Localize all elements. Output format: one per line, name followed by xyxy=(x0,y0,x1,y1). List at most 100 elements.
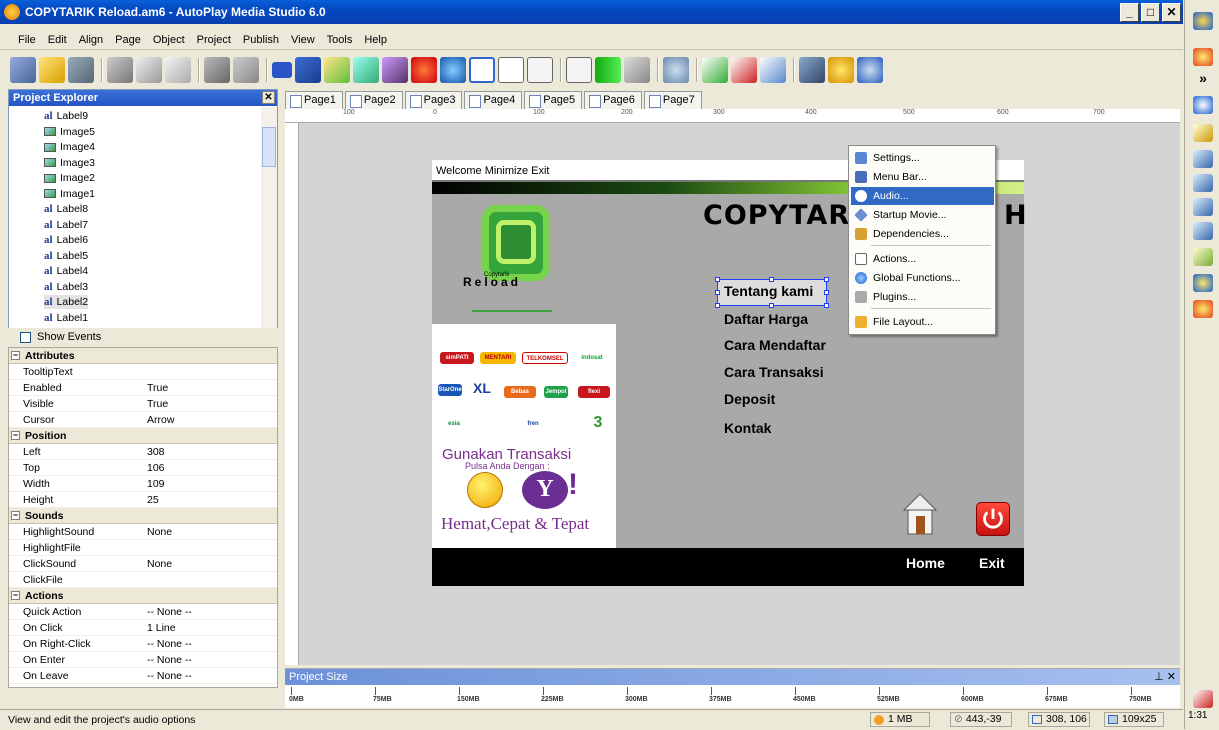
video-object-icon[interactable] xyxy=(411,57,437,83)
property-value[interactable]: -- None -- xyxy=(147,652,192,668)
menu-publish[interactable]: Publish xyxy=(243,34,279,46)
speaker-icon[interactable] xyxy=(1193,690,1213,708)
property-value[interactable]: Arrow xyxy=(147,412,174,428)
flash-object-icon[interactable] xyxy=(382,57,408,83)
document-icon[interactable] xyxy=(1193,150,1213,168)
tree-item-label3[interactable]: al Label3 xyxy=(44,280,88,294)
property-value[interactable]: 109 xyxy=(147,476,165,492)
scrollbar-thumb[interactable] xyxy=(262,127,276,167)
close-icon[interactable]: ✕ xyxy=(262,91,275,104)
collapse-icon[interactable]: − xyxy=(11,511,20,520)
tree-scrollbar[interactable] xyxy=(261,107,277,345)
tree-item-label7[interactable]: al Label7 xyxy=(44,218,88,232)
collapse-icon[interactable]: − xyxy=(11,591,20,600)
tree-item-image4[interactable]: Image4 xyxy=(44,140,95,154)
chrome-icon[interactable] xyxy=(1193,48,1213,66)
nav-kontak[interactable]: Kontak xyxy=(724,420,771,436)
nav-cara-transaksi[interactable]: Cara Transaksi xyxy=(724,364,824,380)
resize-handle[interactable] xyxy=(769,303,774,308)
combobox-object-icon[interactable] xyxy=(566,57,592,83)
listbox-object-icon[interactable] xyxy=(527,57,553,83)
property-section-actions[interactable]: − Actions xyxy=(9,588,277,604)
paragraph-object-icon[interactable] xyxy=(324,57,350,83)
home-icon[interactable] xyxy=(903,492,937,536)
property-value[interactable]: -- None -- xyxy=(147,604,192,620)
property-row[interactable]: HighlightFile xyxy=(9,540,277,556)
tree-item-image2[interactable]: Image2 xyxy=(44,171,95,185)
panel-controls[interactable]: ⊥ ✕ xyxy=(1154,669,1176,685)
web-object-icon[interactable] xyxy=(440,57,466,83)
menu-item-dependencies[interactable]: Dependencies... xyxy=(851,225,994,243)
property-section-position[interactable]: − Position xyxy=(9,428,277,444)
resize-handle[interactable] xyxy=(769,277,774,282)
tree-object-icon[interactable] xyxy=(624,57,650,83)
property-section-sounds[interactable]: − Sounds xyxy=(9,508,277,524)
property-row[interactable]: Enabled True xyxy=(9,380,277,396)
property-row[interactable]: ClickFile xyxy=(9,572,277,588)
tree-item-label6[interactable]: al Label6 xyxy=(44,233,88,247)
page-big-title[interactable]: COPYTAR xyxy=(703,200,850,231)
property-row[interactable]: HighlightSound None xyxy=(9,524,277,540)
wizard-icon[interactable] xyxy=(10,57,36,83)
property-value[interactable]: 106 xyxy=(147,460,165,476)
menu-item-file-layout[interactable]: File Layout... xyxy=(851,313,994,331)
nav-deposit[interactable]: Deposit xyxy=(724,391,775,407)
property-row[interactable]: ClickSound None xyxy=(9,556,277,572)
tree-item-label5[interactable]: al Label5 xyxy=(44,249,88,263)
resize-handle[interactable] xyxy=(715,277,720,282)
menu-item-audio[interactable]: Audio... xyxy=(851,187,994,205)
hotspot-object-icon[interactable] xyxy=(498,57,524,83)
redo-icon[interactable] xyxy=(233,57,259,83)
tab-page5[interactable]: Page5 xyxy=(524,91,583,109)
operator-logos-image[interactable]: simPATI MENTARI TELKOMSEL indosat StarOn… xyxy=(432,324,616,446)
resize-handle[interactable] xyxy=(824,290,829,295)
property-row[interactable]: Left 308 xyxy=(9,444,277,460)
undo-icon[interactable] xyxy=(204,57,230,83)
nav-tentang-kami[interactable]: Tentang kami xyxy=(724,283,813,299)
menu-view[interactable]: View xyxy=(291,34,315,46)
tree-item-label8[interactable]: al Label8 xyxy=(44,202,88,216)
tree-item-image1[interactable]: Image1 xyxy=(44,187,95,201)
publish-cd-icon[interactable] xyxy=(828,57,854,83)
tab-page2[interactable]: Page2 xyxy=(344,91,403,109)
paste-icon[interactable] xyxy=(165,57,191,83)
tree-item-label2[interactable]: al Label2 xyxy=(44,295,89,309)
preview-icon[interactable] xyxy=(663,57,689,83)
property-value[interactable]: None xyxy=(147,524,172,540)
property-row[interactable]: Width 109 xyxy=(9,476,277,492)
property-row[interactable]: Top 106 xyxy=(9,460,277,476)
tree-item-label4[interactable]: al Label4 xyxy=(44,264,88,278)
menu-item-plugins[interactable]: Plugins... xyxy=(851,288,994,306)
help-icon[interactable] xyxy=(857,57,883,83)
menu-help[interactable]: Help xyxy=(364,34,387,46)
property-row[interactable]: On Right-Click -- None -- xyxy=(9,636,277,652)
menu-item-startup-movie[interactable]: Startup Movie... xyxy=(851,206,994,224)
maximize-button[interactable]: □ xyxy=(1141,3,1160,22)
nav-cara-mendaftar[interactable]: Cara Mendaftar xyxy=(724,337,826,353)
tab-page6[interactable]: Page6 xyxy=(584,91,642,109)
add-page-icon[interactable] xyxy=(702,57,728,83)
menu-file[interactable]: File xyxy=(18,34,36,46)
menu-item-actions[interactable]: Actions... xyxy=(851,250,994,268)
menu-item-settings[interactable]: Settings... xyxy=(851,149,994,167)
menu-edit[interactable]: Edit xyxy=(48,34,67,46)
input-object-icon[interactable] xyxy=(469,57,495,83)
home-label[interactable]: Home xyxy=(906,555,945,571)
property-row[interactable]: On Click 1 Line xyxy=(9,620,277,636)
show-events-checkbox[interactable] xyxy=(20,331,31,343)
label-object-icon[interactable] xyxy=(295,57,321,83)
document-icon[interactable] xyxy=(1193,198,1213,216)
tree-item-label1[interactable]: al Label1 xyxy=(44,311,88,325)
tree-item-label9[interactable]: al Label9 xyxy=(44,109,88,123)
save-icon[interactable] xyxy=(68,57,94,83)
property-section-attributes[interactable]: − Attributes xyxy=(9,348,277,364)
property-value[interactable]: True xyxy=(147,396,168,412)
property-value[interactable]: None xyxy=(147,556,172,572)
property-row[interactable]: Height 25 xyxy=(9,492,277,508)
menu-item-global-functions[interactable]: Global Functions... xyxy=(851,269,994,287)
resize-handle[interactable] xyxy=(824,303,829,308)
menu-object[interactable]: Object xyxy=(153,34,185,46)
property-row[interactable]: TooltipText xyxy=(9,364,277,380)
close-button[interactable]: ✕ xyxy=(1162,3,1181,22)
button-object-icon[interactable] xyxy=(272,62,292,78)
